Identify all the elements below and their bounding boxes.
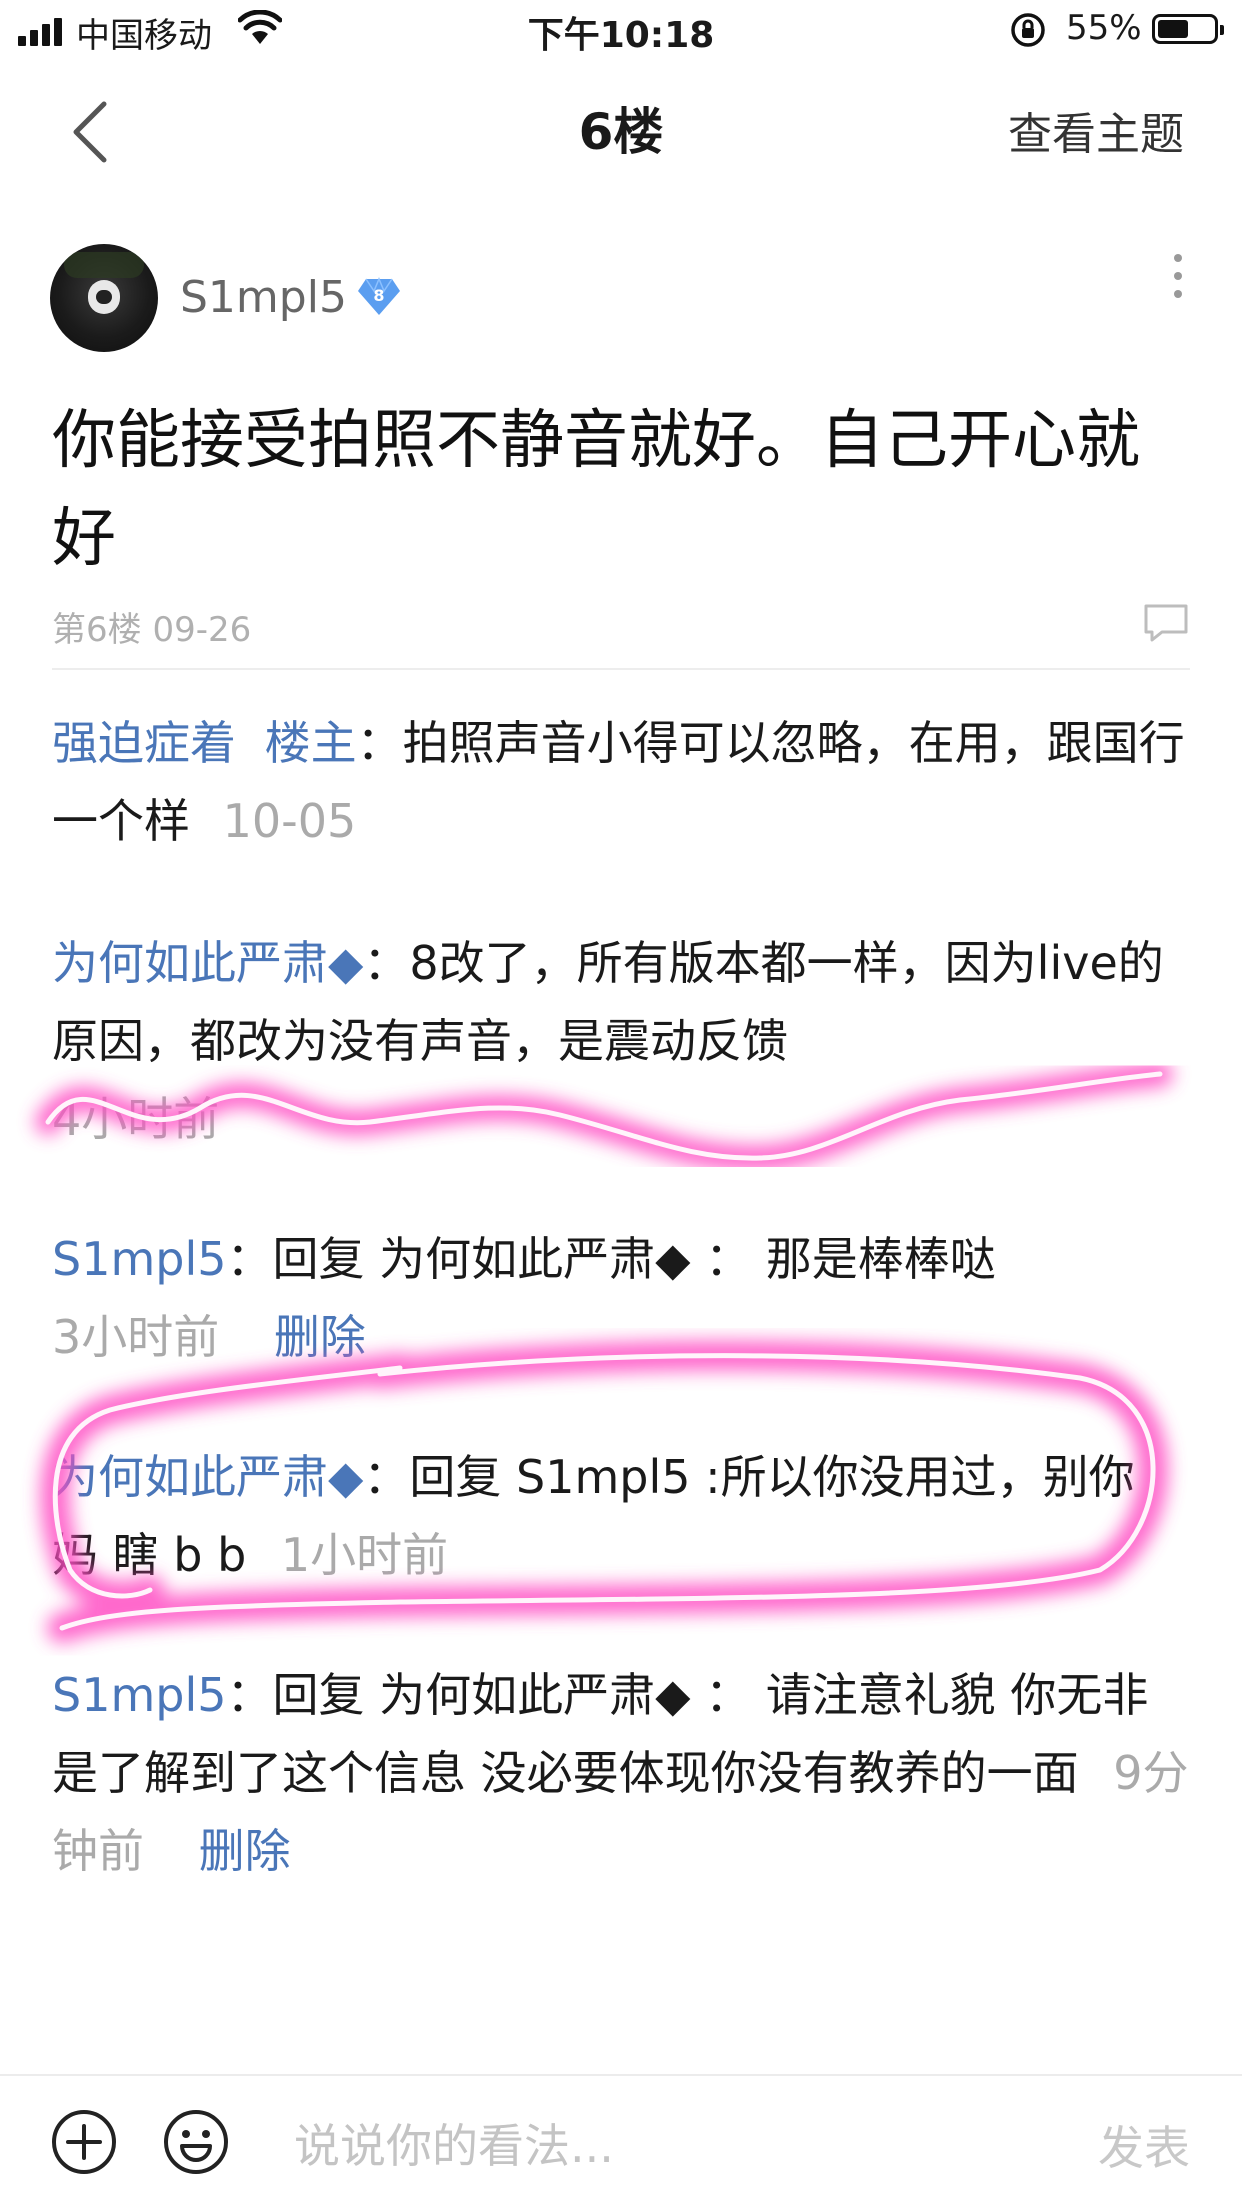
status-bar: 中国移动 下午10:18 55% [0, 0, 1242, 60]
bottom-divider [0, 2074, 1242, 2076]
reply-author[interactable]: 为何如此严肃◆ [52, 936, 363, 990]
reply-author[interactable]: S1mpl5 [52, 1232, 227, 1286]
post-author[interactable]: S1mpl5 [180, 272, 347, 323]
more-options-icon[interactable] [1172, 254, 1184, 304]
delete-button[interactable]: 删除 [199, 1824, 291, 1878]
reply-item: 为何如此严肃◆：8改了，所有版本都一样，因为live的原因，都改为没有声音，是震… [52, 924, 1192, 1158]
reply-time: 1小时前 [280, 1528, 449, 1582]
delete-button[interactable]: 删除 [274, 1310, 366, 1364]
battery-icon [1152, 14, 1224, 44]
reply-separator: ： [356, 716, 403, 770]
comment-icon[interactable] [1142, 602, 1190, 644]
post-content: 你能接受拍照不静音就好。自己开心就好 [52, 404, 1140, 576]
add-plus-icon[interactable] [50, 2108, 118, 2176]
reply-author[interactable]: 强迫症着 [52, 716, 236, 770]
reply-time: 10-05 [222, 794, 357, 848]
reply-author[interactable]: S1mpl5 [52, 1668, 227, 1722]
view-topic-button[interactable]: 查看主题 [1008, 98, 1184, 162]
reply-author[interactable]: 为何如此严肃◆ [52, 1450, 363, 1504]
rotation-lock-icon [1011, 13, 1045, 47]
avatar[interactable] [50, 244, 158, 352]
reply-text: 回复 为何如此严肃◆ ： 那是棒棒哒 [272, 1232, 996, 1286]
reply-separator: ： [363, 936, 410, 990]
reply-item: 为何如此严肃◆：回复 S1mpl5 :所以你没用过，别你 妈 瞎 b b 1小时… [52, 1438, 1192, 1594]
reply-time: 3小时前 [52, 1310, 220, 1364]
battery-percent: 55% [1066, 8, 1142, 48]
emoji-smile-icon[interactable] [162, 2108, 230, 2176]
reply-item: S1mpl5：回复 为何如此严肃◆ ： 那是棒棒哒 3小时前 删除 [52, 1220, 1192, 1376]
status-time: 下午10:18 [527, 15, 715, 56]
level-badge-icon: 8 [358, 277, 400, 315]
reply-item: 强迫症着 楼主：拍照声音小得可以忽略，在用，跟国行一个样 10-05 [52, 704, 1192, 860]
level-number: 8 [373, 286, 384, 305]
reply-time: 4小时前 [52, 1092, 220, 1146]
reply-separator: ： [226, 1668, 273, 1722]
reply-separator: ： [363, 1450, 410, 1504]
owner-tag: 楼主 [264, 716, 357, 770]
reply-item: S1mpl5：回复 为何如此严肃◆ ： 请注意礼貌 你无非是了解到了这个信息 没… [52, 1656, 1192, 1890]
comment-input[interactable] [294, 2112, 1014, 2180]
post-meta: 第6楼 09-26 [52, 610, 252, 650]
reply-separator: ： [226, 1232, 273, 1286]
divider [52, 668, 1190, 670]
send-button[interactable]: 发表 [1098, 2112, 1190, 2178]
